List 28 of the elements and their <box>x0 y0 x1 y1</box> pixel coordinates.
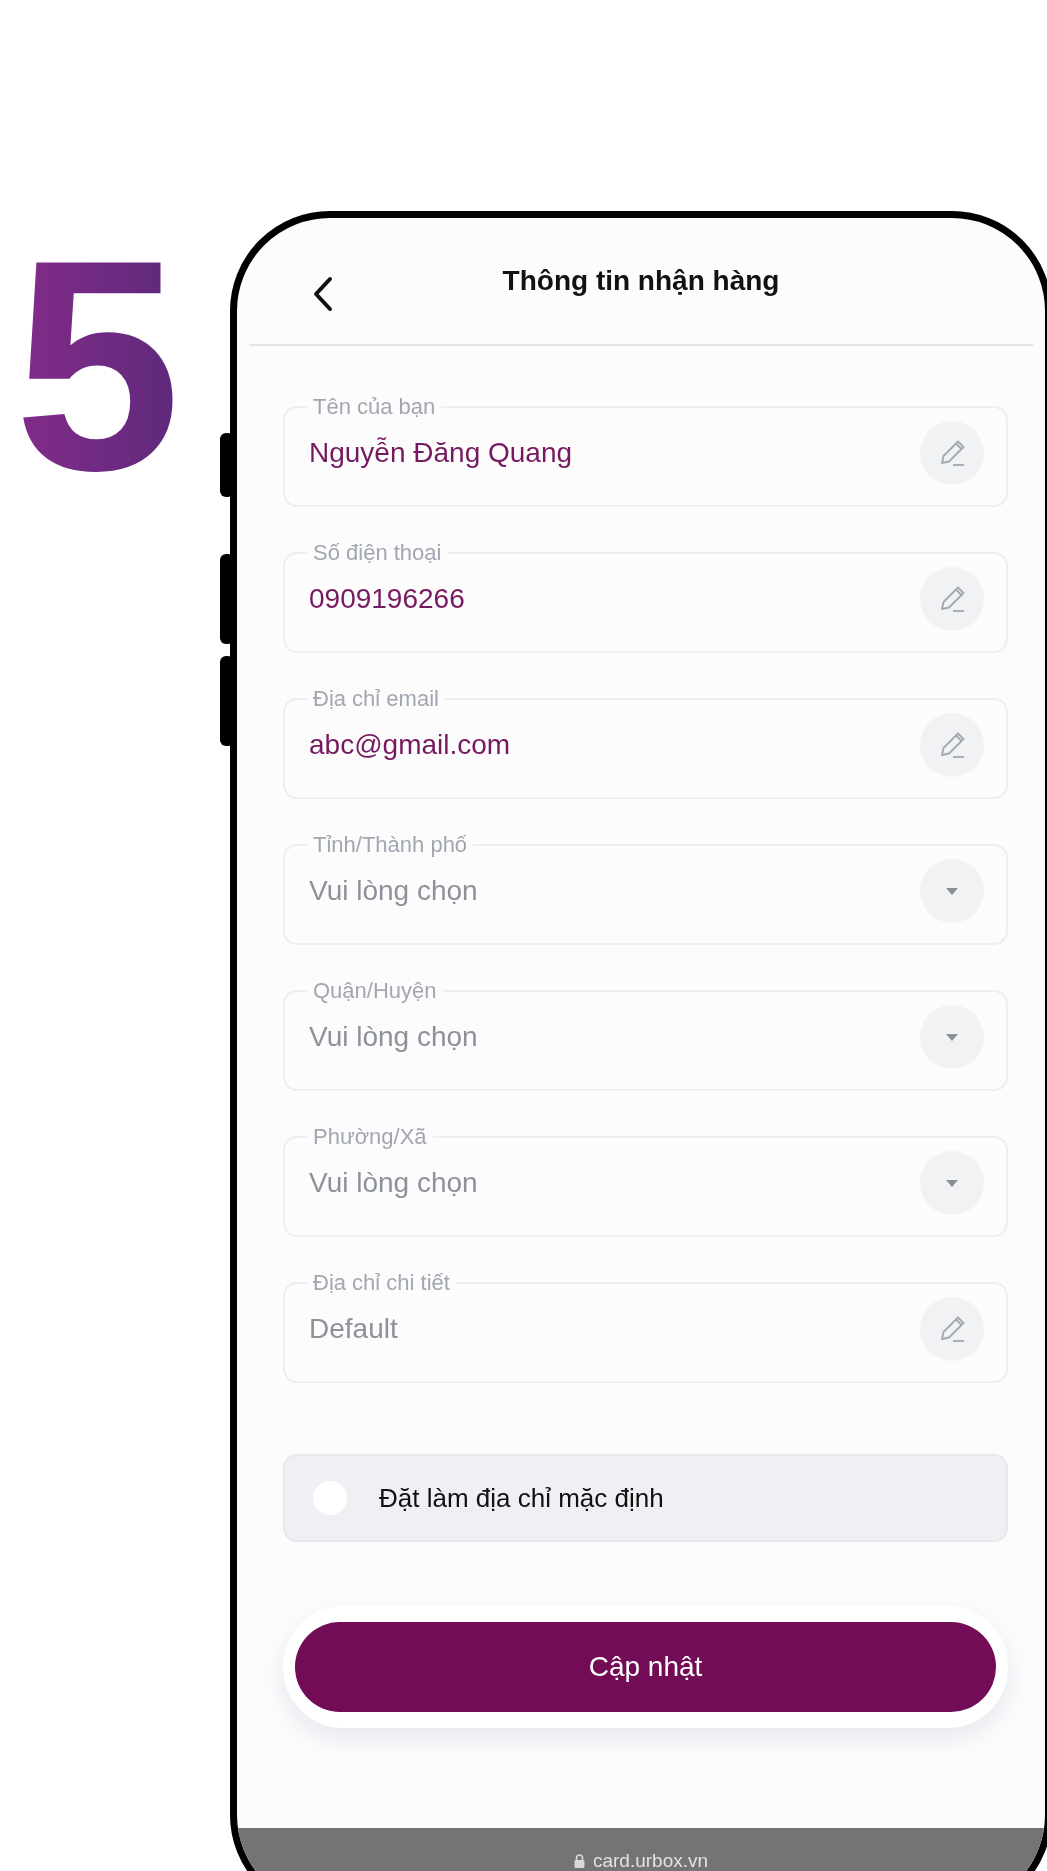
field-label: Tên của bạn <box>312 394 437 420</box>
field-label: Quận/Huyện <box>312 978 438 1004</box>
input-field[interactable]: Vui lòng chọn <box>309 1021 920 1053</box>
input-field[interactable]: abc@gmail.com <box>309 729 920 761</box>
input-field[interactable]: Vui lòng chọn <box>309 875 920 907</box>
field-label: Địa chỉ chi tiết <box>312 1270 451 1296</box>
default-address-option[interactable]: Đặt làm địa chỉ mặc định <box>283 1454 1008 1542</box>
input-field[interactable]: Nguyễn Đăng Quang <box>309 437 920 469</box>
option-label: Đặt làm địa chỉ mặc định <box>379 1482 664 1514</box>
input-field[interactable]: Vui lòng chọn <box>309 1167 920 1199</box>
lock-icon <box>573 1854 585 1868</box>
pencil-icon[interactable] <box>920 421 984 485</box>
field-label: Địa chỉ email <box>312 686 440 712</box>
url-text: card.urbox.vn <box>592 1850 709 1871</box>
form-field[interactable]: Tên của bạn Nguyễn Đăng Quang <box>283 394 1008 507</box>
input-field[interactable]: 0909196266 <box>309 583 920 615</box>
pencil-icon[interactable] <box>920 713 984 777</box>
screen-title: Thông tin nhận hàng <box>502 265 780 297</box>
update-button[interactable]: Cập nhật <box>295 1622 996 1712</box>
field-label: Số điện thoại <box>312 540 443 566</box>
input-field[interactable]: Default <box>309 1313 920 1345</box>
pencil-icon[interactable] <box>920 1297 984 1361</box>
pencil-icon[interactable] <box>920 567 984 631</box>
back-icon[interactable] <box>312 276 334 312</box>
form-field[interactable]: Số điện thoại 0909196266 <box>283 540 1008 653</box>
field-label: Tỉnh/Thành phố <box>312 832 469 858</box>
form-field[interactable]: Địa chỉ email abc@gmail.com <box>283 686 1008 799</box>
field-label: Phường/Xã <box>312 1124 428 1150</box>
